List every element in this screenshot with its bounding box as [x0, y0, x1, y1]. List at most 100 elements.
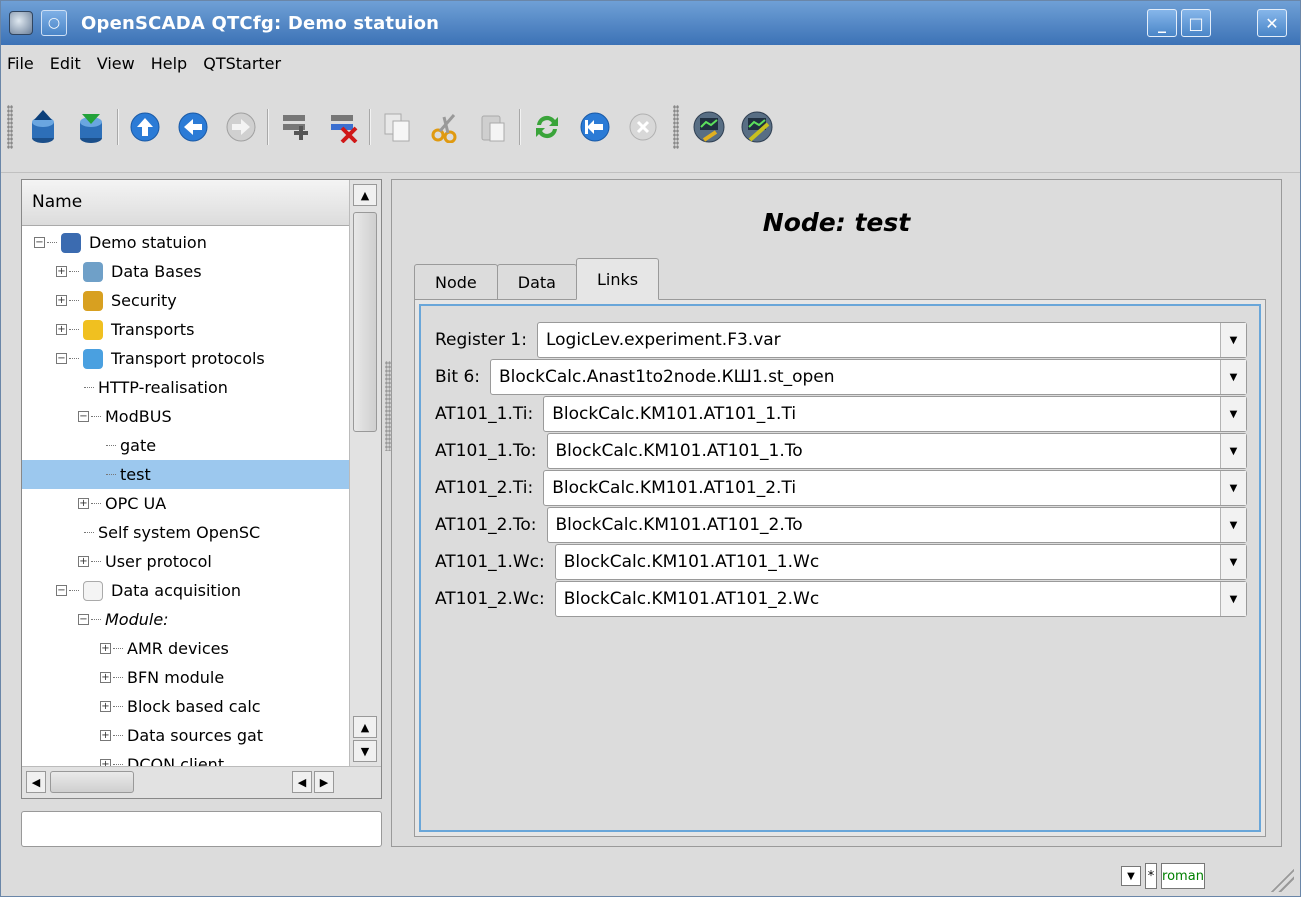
expand-icon[interactable]: + [100, 730, 111, 741]
menu-qtstarter[interactable]: QTStarter [203, 54, 281, 73]
tree-item[interactable]: − Demo statuion [22, 228, 349, 257]
up-icon[interactable] [127, 109, 163, 145]
tree-item[interactable]: + DCON client [22, 750, 349, 766]
paste-icon[interactable] [475, 109, 511, 145]
tree-item[interactable]: + Transports [22, 315, 349, 344]
toolbar-grip[interactable] [7, 104, 13, 149]
add-item-icon[interactable] [277, 109, 313, 145]
resize-grip-icon[interactable] [1268, 866, 1294, 892]
maximize-icon[interactable]: □ [1181, 9, 1211, 37]
tree-item[interactable]: gate [22, 431, 349, 460]
chevron-down-icon[interactable]: ▼ [1220, 397, 1246, 431]
scroll-up-icon[interactable]: ▲ [353, 184, 377, 206]
scroll-thumb[interactable] [353, 212, 377, 432]
link-value[interactable]: BlockCalc.Anast1to2node.КШ1.st_open [499, 367, 835, 387]
starter-config-icon[interactable] [691, 109, 727, 145]
close-icon[interactable]: ✕ [1257, 9, 1287, 37]
expand-icon[interactable]: + [78, 556, 89, 567]
delete-item-icon[interactable] [325, 109, 361, 145]
status-dropdown-icon[interactable]: ▼ [1121, 866, 1141, 886]
chevron-down-icon[interactable]: ▼ [1220, 471, 1246, 505]
navigation-tree[interactable]: − Demo statuion + Data Bases + Security + Trans… [22, 226, 349, 766]
tree-item[interactable]: + Block based calc [22, 692, 349, 721]
expand-icon[interactable]: + [78, 498, 89, 509]
expand-icon[interactable]: + [56, 266, 67, 277]
link-value[interactable]: LogicLev.experiment.F3.var [546, 330, 781, 350]
tab-data[interactable]: Data [496, 264, 577, 300]
chevron-down-icon[interactable]: ▼ [1220, 582, 1246, 616]
chevron-down-icon[interactable]: ▼ [1220, 323, 1246, 357]
tree-item[interactable]: + User protocol [22, 547, 349, 576]
tree-vertical-scrollbar[interactable]: ▲ ▲ ▼ [349, 180, 381, 766]
link-value[interactable]: BlockCalc.KM101.AT101_2.To [556, 515, 803, 535]
tree-item[interactable]: − ModBUS [22, 402, 349, 431]
menu-edit[interactable]: Edit [50, 54, 81, 73]
chevron-down-icon[interactable]: ▼ [1220, 434, 1246, 468]
app-icon[interactable] [9, 11, 33, 35]
tree-header[interactable]: Name [22, 180, 349, 226]
toolbar-grip[interactable] [673, 104, 679, 149]
expand-icon[interactable]: + [56, 295, 67, 306]
link-value[interactable]: BlockCalc.KM101.AT101_1.To [556, 441, 803, 461]
scroll-down-icon[interactable]: ▼ [353, 740, 377, 762]
scroll-right-icon[interactable]: ▶ [314, 771, 334, 793]
tree-item[interactable]: − Data acquisition [22, 576, 349, 605]
expand-icon[interactable]: + [100, 759, 111, 766]
menu-file[interactable]: File [7, 54, 34, 73]
chevron-down-icon[interactable]: ▼ [1220, 360, 1246, 394]
link-value[interactable]: BlockCalc.KM101.AT101_2.Ti [552, 478, 796, 498]
link-value[interactable]: BlockCalc.KM101.AT101_1.Wc [564, 552, 819, 572]
tree-item[interactable]: HTTP-realisation [22, 373, 349, 402]
back-icon[interactable] [175, 109, 211, 145]
return-icon[interactable] [577, 109, 613, 145]
tree-item[interactable]: + Data Bases [22, 257, 349, 286]
tree-item[interactable]: + BFN module [22, 663, 349, 692]
expand-icon[interactable]: + [56, 324, 67, 335]
tree-item[interactable]: Self system OpenSC [22, 518, 349, 547]
link-combobox[interactable]: BlockCalc.KM101.AT101_1.To ▼ [546, 433, 1247, 469]
copy-icon[interactable] [379, 109, 415, 145]
scroll-up-icon[interactable]: ▲ [353, 716, 377, 738]
forward-icon[interactable] [223, 109, 259, 145]
starter-vis-icon[interactable] [739, 109, 775, 145]
tree-item[interactable]: − Transport protocols [22, 344, 349, 373]
db-load-icon[interactable] [25, 109, 61, 145]
collapse-icon[interactable]: − [56, 585, 67, 596]
db-save-icon[interactable] [73, 109, 109, 145]
scroll-left-icon[interactable]: ◀ [292, 771, 312, 793]
link-combobox[interactable]: BlockCalc.KM101.AT101_2.To ▼ [546, 507, 1247, 543]
menu-help[interactable]: Help [151, 54, 187, 73]
tree-item[interactable]: − Module: [22, 605, 349, 634]
link-combobox[interactable]: LogicLev.experiment.F3.var ▼ [536, 322, 1247, 358]
tree-item[interactable]: + Data sources gat [22, 721, 349, 750]
minimize-icon[interactable]: _ [1147, 9, 1177, 37]
tree-horizontal-scrollbar[interactable]: ◀ ◀ ▶ [22, 766, 381, 798]
link-combobox[interactable]: BlockCalc.KM101.AT101_2.Wc ▼ [554, 581, 1247, 617]
chevron-down-icon[interactable]: ▼ [1220, 545, 1246, 579]
expand-icon[interactable]: + [100, 643, 111, 654]
cut-icon[interactable] [427, 109, 463, 145]
link-combobox[interactable]: BlockCalc.KM101.AT101_1.Ti ▼ [543, 396, 1247, 432]
stop-icon[interactable] [625, 109, 661, 145]
expand-icon[interactable]: + [100, 672, 111, 683]
title-bar[interactable]: ○ OpenSCADA QTCfg: Demo statuion _ □ ✕ [1, 1, 1300, 45]
hscroll-thumb[interactable] [50, 771, 134, 793]
tab-links[interactable]: Links [575, 258, 660, 300]
tree-item[interactable]: + Security [22, 286, 349, 315]
tree-item[interactable]: test [22, 460, 349, 489]
link-combobox[interactable]: BlockCalc.Anast1to2node.КШ1.st_open ▼ [490, 359, 1247, 395]
status-input[interactable] [21, 811, 382, 847]
collapse-icon[interactable]: − [56, 353, 67, 364]
chevron-down-icon[interactable]: ▼ [1220, 508, 1246, 542]
scroll-left-icon[interactable]: ◀ [26, 771, 46, 793]
tree-item[interactable]: + OPC UA [22, 489, 349, 518]
link-value[interactable]: BlockCalc.KM101.AT101_2.Wc [564, 589, 819, 609]
collapse-icon[interactable]: − [78, 614, 89, 625]
menu-view[interactable]: View [97, 54, 135, 73]
tree-item[interactable]: + AMR devices [22, 634, 349, 663]
collapse-icon[interactable]: − [34, 237, 45, 248]
user-indicator[interactable]: roman [1161, 863, 1205, 889]
link-value[interactable]: BlockCalc.KM101.AT101_1.Ti [552, 404, 796, 424]
collapse-icon[interactable]: − [78, 411, 89, 422]
refresh-icon[interactable] [529, 109, 565, 145]
